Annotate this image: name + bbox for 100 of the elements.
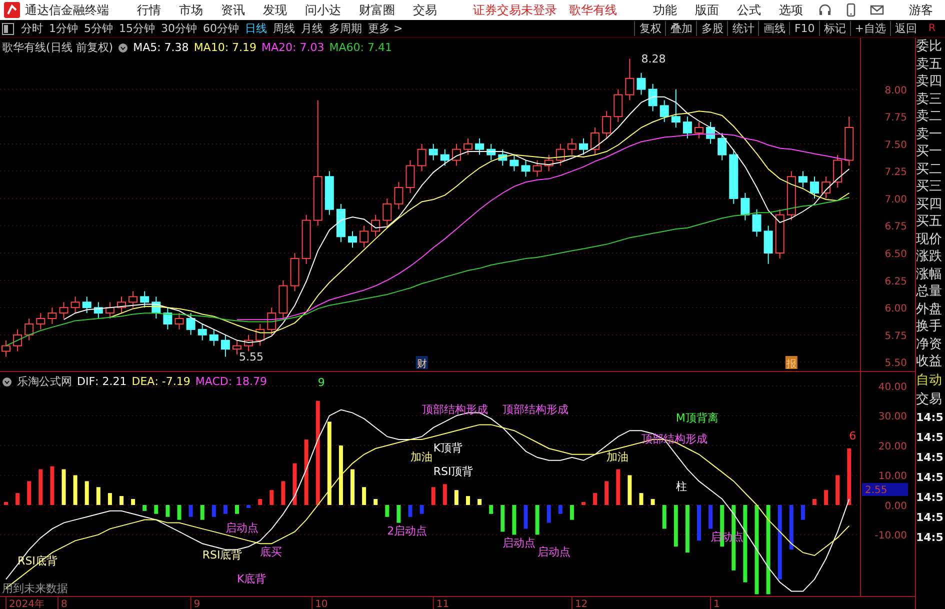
histogram-bar [62, 469, 66, 505]
time-label: 14:5 [916, 410, 944, 426]
histogram-bar [662, 504, 666, 529]
candlestick [128, 290, 138, 308]
candlestick [70, 296, 80, 314]
settings-icon[interactable] [118, 42, 128, 52]
panel-toggle-icon[interactable] [2, 22, 14, 34]
time-label: 14:5 [916, 490, 944, 506]
toolbar-button[interactable]: 统计 [727, 21, 758, 36]
candlestick [267, 307, 276, 336]
period-tab[interactable]: 月线 [298, 21, 326, 36]
quote-label: 收益 [916, 353, 943, 370]
histogram-bar [258, 499, 262, 505]
candlestick [220, 334, 230, 358]
histogram-bar [304, 440, 308, 505]
legend-name: DIF [77, 375, 96, 388]
axis-label: 5.50 [884, 358, 907, 370]
period-tab[interactable]: 30分钟 [158, 21, 200, 36]
legend-name: MA10 [194, 41, 225, 54]
legend-value: : -7.19 [154, 375, 190, 388]
axis-label: 6.25 [884, 276, 907, 288]
quote-label: 换手 [916, 318, 943, 336]
period-tab[interactable]: 5分钟 [81, 21, 116, 36]
menu-item[interactable]: 问小达 [297, 2, 349, 18]
period-tab[interactable]: 多周期 [326, 21, 365, 36]
axis-label: 7.00 [884, 194, 907, 206]
menu-item[interactable]: 版面 [687, 2, 727, 18]
axis-label: 0.00 [884, 500, 907, 512]
low-price-label: 5.55 [239, 350, 264, 364]
toolbar-button[interactable]: 多股 [696, 21, 728, 36]
candlestick [256, 323, 265, 346]
candlestick [521, 160, 530, 178]
axis-label: 6.50 [884, 249, 907, 260]
period-tab[interactable]: 15分钟 [116, 21, 158, 36]
menu-item[interactable]: 资讯 [213, 2, 253, 18]
candlestick [244, 334, 254, 352]
phone-icon[interactable] [844, 3, 858, 17]
date-label: 12 [574, 599, 588, 609]
menu-item[interactable]: 市场 [171, 2, 211, 18]
mail-icon[interactable] [870, 3, 884, 17]
legend-name: MA20 [262, 41, 293, 54]
period-tab[interactable]: 日线 [242, 21, 270, 36]
candlestick [486, 143, 496, 161]
app-title: 通达信金融终端 [25, 2, 109, 18]
histogram-bar [4, 502, 8, 505]
current-value-label: 2.55 [862, 482, 908, 496]
note-text: 用到未来数据 [2, 582, 68, 595]
menu-item[interactable]: 财富圈 [351, 2, 403, 18]
candlestick [152, 296, 161, 320]
headset-icon[interactable] [818, 3, 832, 17]
histogram-bar [824, 490, 828, 505]
histogram-bar [38, 469, 43, 505]
menu-item[interactable]: 公式 [729, 2, 769, 18]
histogram-bar [131, 499, 136, 505]
signal-label: K顶背 [433, 441, 463, 454]
candlestick [636, 72, 646, 96]
menu-item[interactable]: 交易 [405, 2, 445, 18]
candlestick [13, 328, 22, 352]
signal-label: 加油 [410, 450, 432, 464]
toolbar-button[interactable]: 画线 [758, 21, 790, 36]
toolbar-button[interactable]: F10 [789, 22, 819, 35]
user-button[interactable]: 游客 [901, 2, 941, 18]
toolbar-button[interactable]: 复权 [634, 21, 666, 36]
histogram-bar [338, 445, 343, 505]
axis-label: 30.00 [878, 412, 907, 423]
toolbar-button[interactable]: +自选 [850, 21, 890, 36]
candlestick [464, 138, 472, 156]
histogram-bar [789, 504, 794, 550]
period-tab[interactable]: 1分钟 [46, 21, 81, 36]
candlestick [567, 138, 576, 156]
menu-item[interactable]: 行情 [129, 2, 169, 18]
toolbar-button[interactable]: 叠加 [665, 21, 696, 36]
menu-item[interactable]: 发现 [255, 2, 295, 18]
signal-label: 顶部结构形成 [502, 402, 569, 416]
date-label: 2024年 [9, 599, 44, 609]
histogram-bar [500, 504, 505, 532]
period-tab[interactable]: 分时 [18, 21, 46, 36]
candlestick [186, 312, 196, 336]
legend-name: DEA [132, 375, 155, 388]
candlestick [440, 148, 450, 166]
indicator-title: 乐淘公式网 [17, 374, 72, 389]
signal-label: RSI顶背 [433, 465, 474, 478]
menu-item[interactable]: 功能 [645, 2, 685, 18]
period-tab[interactable]: 周线 [270, 21, 298, 36]
trade-label: 交易 [916, 390, 943, 408]
settings-icon[interactable] [2, 376, 12, 386]
menu-item[interactable]: 选项 [771, 2, 811, 18]
period-tab[interactable]: 更多 > [365, 21, 406, 36]
histogram-bar [558, 504, 562, 514]
histogram-bar [478, 499, 482, 505]
candlestick [336, 203, 346, 243]
signal-label: RSI底背 [202, 548, 242, 562]
axis-label: 8.00 [884, 85, 907, 96]
signal-label: 2启动点 [387, 524, 428, 538]
toolbar-button[interactable]: 标记 [818, 21, 850, 36]
time-label: 14:5 [916, 430, 944, 446]
time-label: 14:5 [916, 470, 944, 486]
toolbar-button[interactable]: 返回 [890, 21, 921, 36]
candlestick [82, 296, 92, 314]
period-tab[interactable]: 60分钟 [200, 21, 242, 36]
